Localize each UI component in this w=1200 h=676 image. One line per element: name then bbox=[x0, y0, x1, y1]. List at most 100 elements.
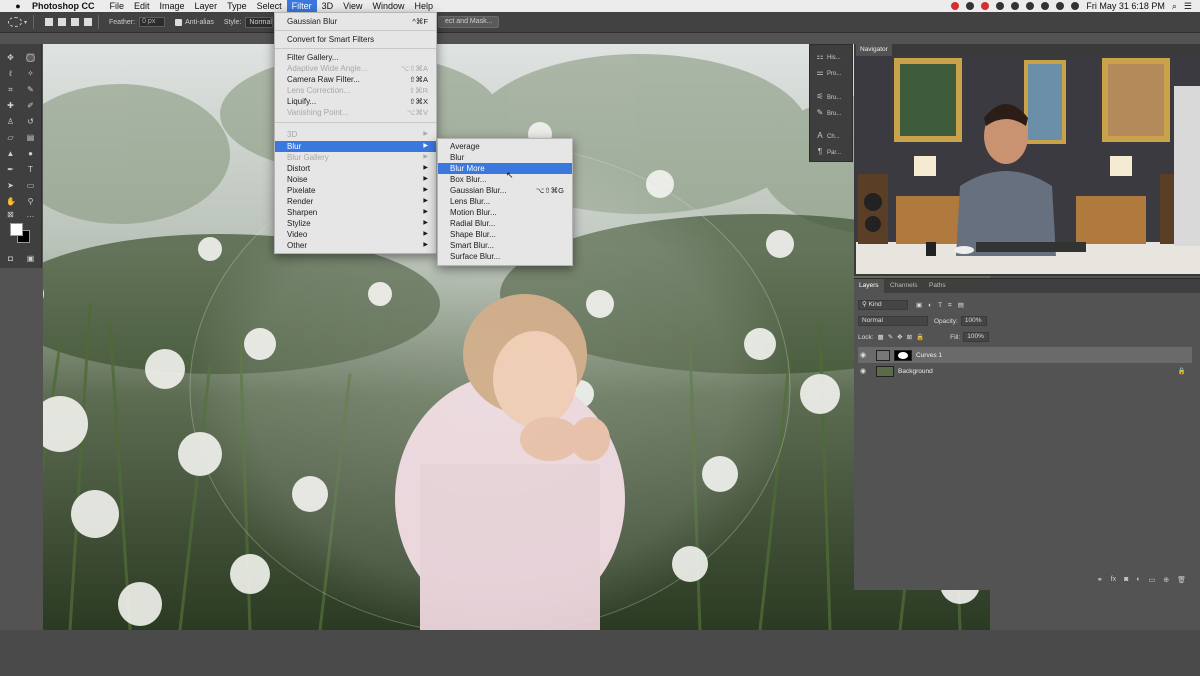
screen-mode-icon[interactable]: ▣ bbox=[26, 254, 35, 263]
menu-item-last-filter[interactable]: Gaussian Blur ^⌘F bbox=[275, 16, 436, 27]
quick-mask-icon[interactable]: ◘ bbox=[6, 254, 15, 263]
menu-3d[interactable]: 3D bbox=[317, 0, 339, 12]
menu-item-blur-simple[interactable]: Blur bbox=[438, 152, 572, 163]
add-mask-icon[interactable]: ◙ bbox=[1124, 576, 1128, 584]
intersect-selection-icon[interactable] bbox=[84, 18, 93, 26]
magic-wand-tool-icon[interactable]: ✧ bbox=[26, 69, 35, 78]
lasso-tool-icon[interactable]: ℓ bbox=[6, 69, 15, 78]
subtract-from-selection-icon[interactable] bbox=[71, 18, 80, 26]
eye-visibility-icon[interactable]: ◉ bbox=[858, 351, 868, 359]
menu-window[interactable]: Window bbox=[367, 0, 409, 12]
gradient-tool-icon[interactable]: ▤ bbox=[26, 133, 35, 142]
menu-view[interactable]: View bbox=[338, 0, 367, 12]
menu-edit[interactable]: Edit bbox=[129, 0, 155, 12]
menu-file[interactable]: File bbox=[105, 0, 130, 12]
tab-layers[interactable]: Layers bbox=[854, 279, 884, 293]
feather-input[interactable]: 0 px bbox=[139, 17, 166, 27]
volume-icon[interactable] bbox=[1056, 2, 1065, 10]
menu-item-smart-blur[interactable]: Smart Blur... bbox=[438, 240, 572, 251]
select-and-mask-button[interactable]: ect and Mask... bbox=[438, 16, 500, 28]
menu-item-stylize[interactable]: Stylize ▶ bbox=[275, 218, 436, 229]
menu-item-render[interactable]: Render ▶ bbox=[275, 196, 436, 207]
frame-tool-icon[interactable]: ⊠ bbox=[6, 210, 15, 219]
path-selection-tool-icon[interactable]: ➤ bbox=[6, 181, 15, 190]
menu-help[interactable]: Help bbox=[409, 0, 438, 12]
menu-select[interactable]: Select bbox=[252, 0, 287, 12]
elliptical-marquee-preset-icon[interactable] bbox=[8, 17, 22, 27]
menu-item-box-blur[interactable]: Box Blur... bbox=[438, 174, 572, 185]
menubar-clock[interactable]: Fri May 31 6:18 PM bbox=[1086, 1, 1165, 11]
fill-input[interactable]: 100% bbox=[963, 332, 990, 342]
lock-options-icons[interactable]: ▦✎✥⊠🔒 bbox=[878, 333, 929, 341]
tab-paths[interactable]: Paths bbox=[929, 279, 946, 293]
menu-item-blur-more[interactable]: Blur More bbox=[438, 163, 572, 174]
menu-filter[interactable]: Filter bbox=[286, 0, 317, 12]
zoom-tool-icon[interactable]: ⚲ bbox=[26, 197, 35, 206]
more-tools-icon[interactable]: … bbox=[26, 210, 35, 219]
menu-item-pixelate[interactable]: Pixelate ▶ bbox=[275, 185, 436, 196]
foreground-color-swatch[interactable] bbox=[10, 223, 23, 236]
menu-item-blur[interactable]: Blur ▶ bbox=[275, 141, 436, 152]
app-name-menu[interactable]: Photoshop CC bbox=[32, 1, 95, 11]
phone-icon[interactable] bbox=[996, 2, 1005, 10]
anti-alias-checkbox[interactable] bbox=[175, 18, 183, 26]
menu-type[interactable]: Type bbox=[222, 0, 252, 12]
tab-navigator[interactable]: Navigator bbox=[856, 44, 892, 56]
menu-item-filter-gallery[interactable]: Filter Gallery... bbox=[275, 52, 436, 63]
menu-item-other[interactable]: Other ▶ bbox=[275, 240, 436, 251]
blur-tool-icon[interactable]: ▲ bbox=[6, 149, 15, 158]
type-tool-icon[interactable]: T bbox=[26, 165, 35, 174]
new-layer-icon[interactable]: ⊕ bbox=[1163, 576, 1169, 584]
spotlight-search-icon[interactable]: ⌕ bbox=[1172, 1, 1177, 12]
brush-tool-icon[interactable]: ✐ bbox=[26, 101, 35, 110]
layer-mask-thumbnail[interactable] bbox=[894, 349, 912, 361]
menu-item-shape-blur[interactable]: Shape Blur... bbox=[438, 229, 572, 240]
eye-visibility-icon[interactable]: ◉ bbox=[858, 367, 868, 375]
blend-mode-select[interactable]: Normal bbox=[858, 316, 928, 326]
notification-center-icon[interactable]: ☰ bbox=[1184, 1, 1192, 12]
status-app-icon[interactable] bbox=[966, 2, 975, 10]
style-select[interactable]: Normal bbox=[245, 16, 274, 28]
move-tool-icon[interactable]: ✥ bbox=[6, 53, 15, 62]
opacity-input[interactable]: 100% bbox=[960, 316, 987, 326]
menu-item-convert-smart-filters[interactable]: Convert for Smart Filters bbox=[275, 34, 436, 45]
menu-item-surface-blur[interactable]: Surface Blur... bbox=[438, 251, 572, 262]
layer-row-curves-1[interactable]: ◉ Curves 1 bbox=[858, 347, 1192, 363]
menu-item-distort[interactable]: Distort ▶ bbox=[275, 163, 436, 174]
character-panel-button[interactable]: A Ch... bbox=[816, 130, 852, 142]
layer-filter-icons[interactable]: ▣◐T⌗▤ bbox=[916, 301, 970, 310]
menu-item-gaussian-blur[interactable]: Gaussian Blur... ⌥⇧⌘G bbox=[438, 185, 572, 196]
new-group-icon[interactable]: ▭ bbox=[1149, 576, 1156, 584]
menu-item-video[interactable]: Video ▶ bbox=[275, 229, 436, 240]
properties-panel-button[interactable]: ⚌ Pro... bbox=[816, 67, 852, 79]
menu-item-noise[interactable]: Noise ▶ bbox=[275, 174, 436, 185]
adjustment-layer-button-icon[interactable]: ◐ bbox=[1136, 576, 1140, 584]
history-panel-button[interactable]: ⚏ His... bbox=[816, 51, 852, 63]
menu-layer[interactable]: Layer bbox=[190, 0, 223, 12]
menu-item-radial-blur[interactable]: Radial Blur... bbox=[438, 218, 572, 229]
menu-image[interactable]: Image bbox=[155, 0, 190, 12]
wifi-icon[interactable] bbox=[1071, 2, 1080, 10]
layer-row-background[interactable]: ◉ Background 🔒 bbox=[858, 363, 1192, 379]
healing-brush-tool-icon[interactable]: ✚ bbox=[6, 101, 15, 110]
paragraph-panel-button[interactable]: ¶ Par... bbox=[816, 146, 852, 158]
pen-tool-icon[interactable]: ✒ bbox=[6, 165, 15, 174]
new-selection-icon[interactable] bbox=[45, 18, 54, 26]
add-to-selection-icon[interactable] bbox=[58, 18, 67, 26]
layer-style-fx-icon[interactable]: fx bbox=[1111, 576, 1116, 584]
preset-dropdown-icon[interactable]: ▾ bbox=[24, 19, 27, 26]
clone-stamp-tool-icon[interactable]: ♙ bbox=[6, 117, 15, 126]
eyedropper-tool-icon[interactable]: ✎ bbox=[26, 85, 35, 94]
brush-settings-panel-button[interactable]: ⚟ Bru... bbox=[816, 91, 852, 103]
crop-tool-icon[interactable]: ⌗ bbox=[6, 85, 15, 94]
layer-kind-filter-select[interactable]: ⚲ Kind bbox=[858, 300, 908, 310]
delete-layer-icon[interactable]: 🗑 bbox=[1177, 576, 1186, 584]
apple-icon[interactable]: ● bbox=[12, 1, 24, 11]
record-icon[interactable] bbox=[981, 2, 990, 10]
creative-cloud-icon[interactable] bbox=[951, 2, 960, 10]
eraser-tool-icon[interactable]: ▱ bbox=[6, 133, 15, 142]
menu-item-average[interactable]: Average bbox=[438, 141, 572, 152]
clock-icon[interactable] bbox=[1041, 2, 1050, 10]
menu-item-liquify[interactable]: Liquify... ⇧⌘X bbox=[275, 96, 436, 107]
rectangle-tool-icon[interactable]: ▭ bbox=[26, 181, 35, 190]
